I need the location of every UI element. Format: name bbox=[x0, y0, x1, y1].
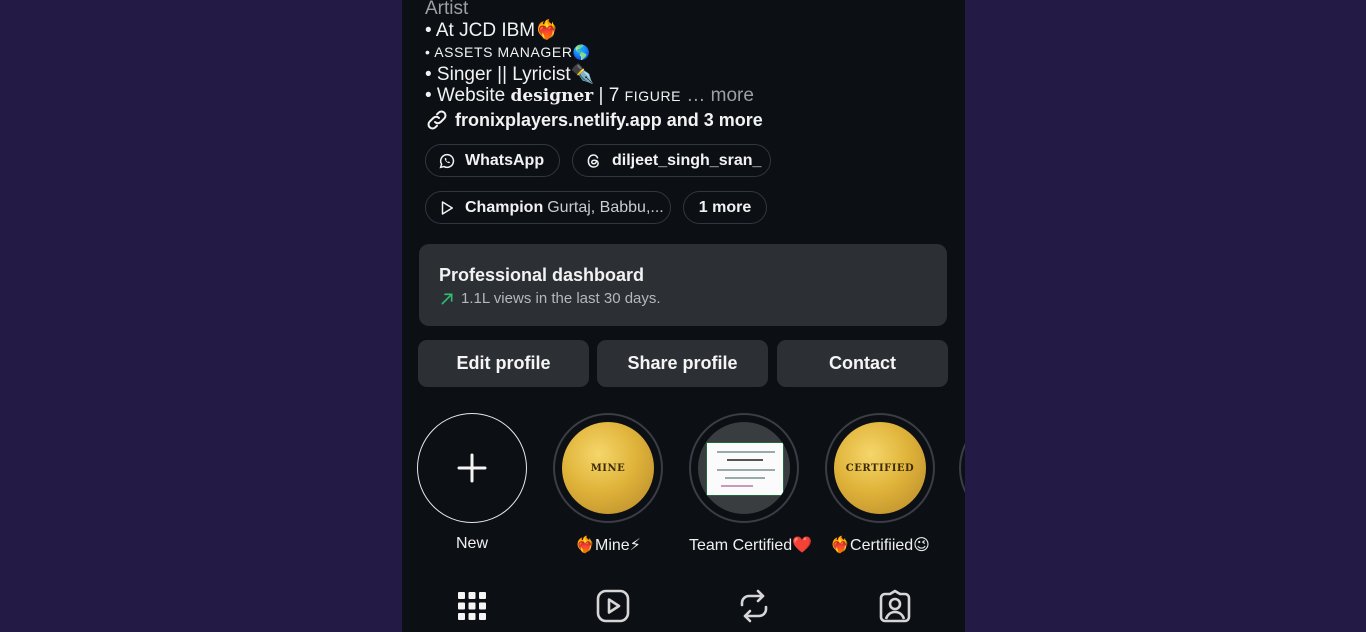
highlight-label: ❤️‍🔥Mine⚡ bbox=[575, 537, 641, 554]
highlight-certified[interactable]: CERTIFIED ❤️‍🔥Certifiied😉 bbox=[825, 413, 935, 555]
link-icon bbox=[427, 110, 447, 130]
tab-tagged[interactable] bbox=[875, 586, 915, 626]
share-profile-button[interactable]: Share profile bbox=[597, 340, 768, 387]
profile-screen: Artist • At JCD IBM❤️‍🔥 • ASSETS MANAGER… bbox=[402, 0, 965, 632]
tab-reposts[interactable] bbox=[734, 586, 774, 626]
highlight-label: ❤️‍🔥Certifiied😉 bbox=[830, 537, 930, 554]
certificate-image bbox=[698, 422, 790, 514]
highlight-partial[interactable] bbox=[959, 413, 965, 523]
plus-icon bbox=[457, 453, 487, 483]
bio-text: • Website bbox=[425, 85, 511, 106]
bio-line: • ASSETS MANAGER🌎 bbox=[425, 41, 945, 64]
grid-icon bbox=[458, 592, 486, 620]
bio-text: FIGURE bbox=[624, 88, 682, 104]
tab-reels[interactable] bbox=[593, 586, 633, 626]
trend-up-icon bbox=[441, 293, 453, 304]
bio-text: designer bbox=[510, 86, 594, 106]
threads-pill[interactable]: diljeet_singh_sran_ bbox=[572, 144, 771, 177]
professional-dashboard[interactable]: Professional dashboard 1.1L views in the… bbox=[419, 244, 947, 326]
highlight-label: New bbox=[455, 535, 488, 552]
highlight-cover: MINE bbox=[562, 422, 654, 514]
tagged-icon bbox=[879, 589, 911, 623]
bio-line: • Website designer | 7 FIGURE … more bbox=[425, 85, 945, 108]
threads-label: diljeet_singh_sran_ bbox=[612, 151, 762, 169]
highlight-team-certified[interactable]: Team Certified❤️ bbox=[689, 413, 813, 555]
website-link-text: fronixplayers.netlify.app and 3 more bbox=[455, 109, 763, 130]
bio-line: • Singer || Lyricist✒️ bbox=[425, 63, 595, 85]
dashboard-stats: 1.1L views in the last 30 days. bbox=[461, 290, 661, 307]
highlight-ring[interactable] bbox=[689, 413, 799, 523]
website-link[interactable]: fronixplayers.netlify.app and 3 more bbox=[425, 108, 763, 132]
play-icon bbox=[441, 200, 453, 215]
reposts-icon bbox=[740, 589, 768, 623]
bio-line-text: • ASSETS MANAGER🌎 bbox=[425, 44, 591, 60]
highlight-ring[interactable] bbox=[959, 413, 965, 523]
threads-icon bbox=[587, 153, 599, 168]
tab-grid[interactable] bbox=[452, 586, 492, 626]
edit-profile-button[interactable]: Edit profile bbox=[418, 340, 589, 387]
more-links-pill[interactable]: 1 more bbox=[683, 191, 767, 224]
highlight-mine[interactable]: MINE ❤️‍🔥Mine⚡ bbox=[553, 413, 663, 555]
highlight-ring[interactable]: MINE bbox=[553, 413, 663, 523]
highlight-ring[interactable]: CERTIFIED bbox=[825, 413, 935, 523]
bio-line: • At JCD IBM❤️‍🔥 bbox=[425, 19, 559, 41]
bio-line: Artist bbox=[425, 0, 469, 19]
whatsapp-pill[interactable]: WhatsApp bbox=[425, 144, 560, 177]
highlight-new[interactable]: New bbox=[417, 413, 527, 553]
music-artists: Gurtaj, Babbu,... bbox=[547, 198, 664, 216]
highlight-ring[interactable] bbox=[417, 413, 527, 523]
dashboard-subtitle: 1.1L views in the last 30 days. bbox=[439, 290, 661, 307]
reels-icon bbox=[596, 589, 630, 623]
whatsapp-icon bbox=[439, 153, 455, 168]
profile-tabs bbox=[402, 586, 965, 626]
whatsapp-label: WhatsApp bbox=[465, 151, 545, 169]
certificate-paper bbox=[706, 442, 784, 496]
bio-text: | 7 bbox=[593, 85, 625, 106]
bio-more-link[interactable]: … more bbox=[681, 85, 754, 106]
highlight-cover: CERTIFIED bbox=[834, 422, 926, 514]
more-links-label: 1 more bbox=[698, 198, 752, 216]
music-title: Champion bbox=[465, 198, 544, 216]
music-pill[interactable]: Champion Gurtaj, Babbu,... bbox=[425, 191, 671, 224]
contact-button[interactable]: Contact bbox=[777, 340, 948, 387]
highlight-label: Team Certified❤️ bbox=[689, 537, 813, 554]
dashboard-title: Professional dashboard bbox=[439, 265, 645, 285]
bio: Artist • At JCD IBM❤️‍🔥 • ASSETS MANAGER… bbox=[425, 0, 945, 108]
